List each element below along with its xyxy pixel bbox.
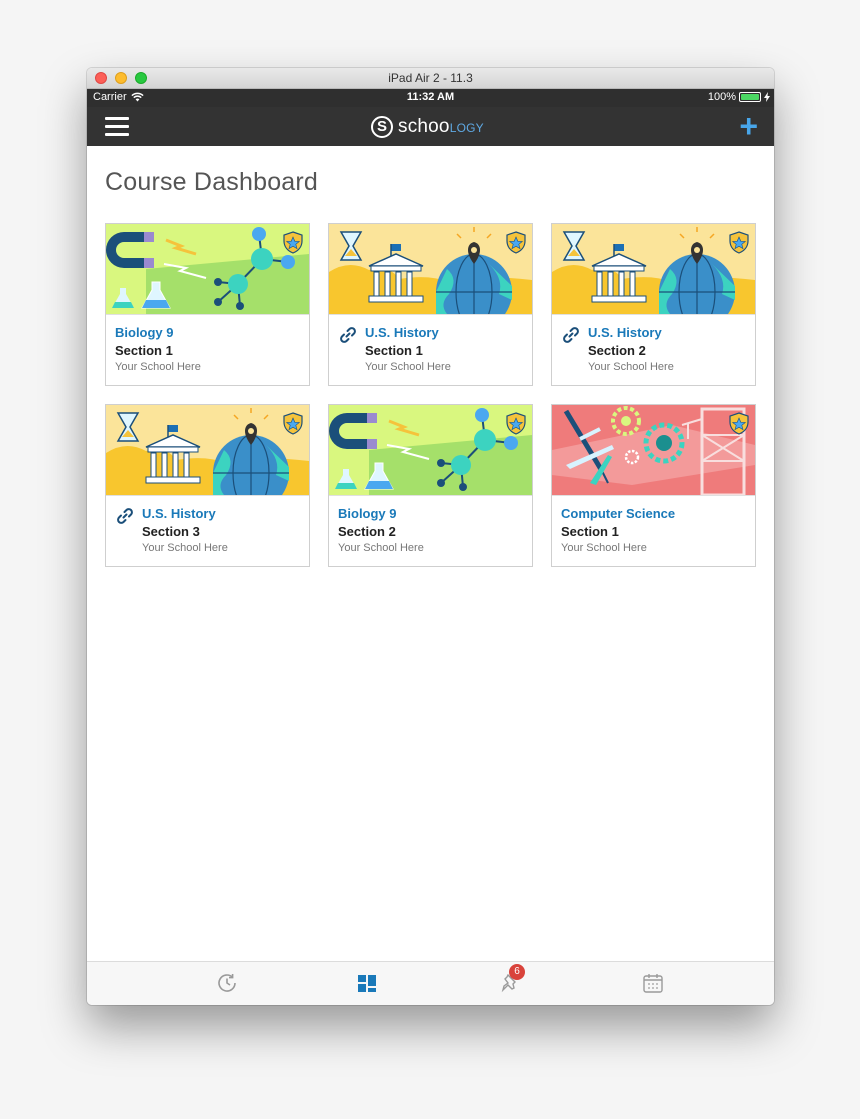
course-section: Section 1: [561, 524, 619, 539]
course-card-body: Computer Science Section 1 Your School H…: [552, 495, 755, 566]
add-icon[interactable]: +: [739, 110, 758, 142]
course-cover-image: [106, 224, 309, 314]
course-section: Section 1: [365, 343, 423, 358]
course-title[interactable]: Biology 9: [115, 325, 174, 340]
app-navbar: S schooLOGY +: [87, 107, 774, 146]
course-section: Section 1: [115, 343, 173, 358]
course-title[interactable]: U.S. History: [365, 325, 439, 340]
charging-bolt-icon: [764, 92, 770, 102]
simulator-window: iPad Air 2 - 11.3 Carrier 11:32 AM 100% …: [87, 68, 774, 1005]
window-titlebar: iPad Air 2 - 11.3: [87, 68, 774, 89]
window-title: iPad Air 2 - 11.3: [388, 71, 473, 85]
course-cover-image: [329, 224, 532, 314]
course-section: Section 2: [338, 524, 396, 539]
clock: 11:32 AM: [406, 91, 455, 103]
tab-courses[interactable]: [355, 971, 379, 995]
course-card[interactable]: U.S. History Section 1 Your School Here: [328, 223, 533, 386]
course-cover-image: [552, 224, 755, 314]
course-card[interactable]: U.S. History Section 2 Your School Here: [551, 223, 756, 386]
schoology-wordmark: schooLOGY: [398, 115, 484, 137]
courses-dashboard-icon: [358, 975, 376, 992]
battery-percent: 100%: [707, 91, 736, 103]
course-school: Your School Here: [115, 361, 201, 373]
notification-count-badge: 6: [509, 964, 525, 980]
course-card-body: Biology 9 Section 2 Your School Here: [329, 495, 532, 566]
ios-status-bar: Carrier 11:32 AM 100%: [87, 89, 774, 107]
hamburger-menu-icon[interactable]: [105, 117, 129, 136]
course-school: Your School Here: [338, 542, 424, 554]
battery-icon: [739, 92, 761, 102]
calendar-icon: [643, 974, 663, 993]
course-section: Section 3: [142, 524, 200, 539]
course-card-body: Biology 9 Section 1 Your School Here: [106, 314, 309, 385]
battery-indicator: 100%: [708, 91, 770, 103]
bottom-tab-bar: 6: [87, 961, 774, 1005]
course-card[interactable]: Biology 9 Section 1 Your School Here: [105, 223, 310, 386]
course-title[interactable]: Biology 9: [338, 506, 397, 521]
course-title[interactable]: Computer Science: [561, 506, 675, 521]
page-title: Course Dashboard: [105, 168, 319, 196]
course-cover-image: [106, 405, 309, 495]
course-title[interactable]: U.S. History: [142, 506, 216, 521]
course-card[interactable]: U.S. History Section 3 Your School Here: [105, 404, 310, 567]
course-title[interactable]: U.S. History: [588, 325, 662, 340]
tab-calendar[interactable]: [641, 971, 665, 995]
tab-recent-activity[interactable]: [215, 971, 239, 995]
main-content: Course Dashboard Biology 9 Section 1 You…: [87, 146, 774, 961]
schoology-logo: S schooLOGY: [371, 114, 484, 139]
course-school: Your School Here: [365, 361, 451, 373]
linked-section-icon: [117, 508, 133, 524]
linked-section-icon: [563, 327, 579, 343]
course-school: Your School Here: [561, 542, 647, 554]
schoology-logo-mark: S: [371, 115, 393, 138]
course-school: Your School Here: [142, 542, 228, 554]
course-card[interactable]: Biology 9 Section 2 Your School Here: [328, 404, 533, 567]
recent-activity-icon: [218, 974, 236, 992]
linked-section-icon: [340, 327, 356, 343]
course-cover-image: [329, 405, 532, 495]
course-school: Your School Here: [588, 361, 674, 373]
course-section: Section 2: [588, 343, 646, 358]
course-cover-image: [552, 405, 755, 495]
course-card-body: U.S. History Section 2 Your School Here: [552, 314, 755, 385]
course-card-body: U.S. History Section 1 Your School Here: [329, 314, 532, 385]
course-card-body: U.S. History Section 3 Your School Here: [106, 495, 309, 566]
tab-notifications[interactable]: 6: [499, 964, 525, 995]
course-card[interactable]: Computer Science Section 1 Your School H…: [551, 404, 756, 567]
